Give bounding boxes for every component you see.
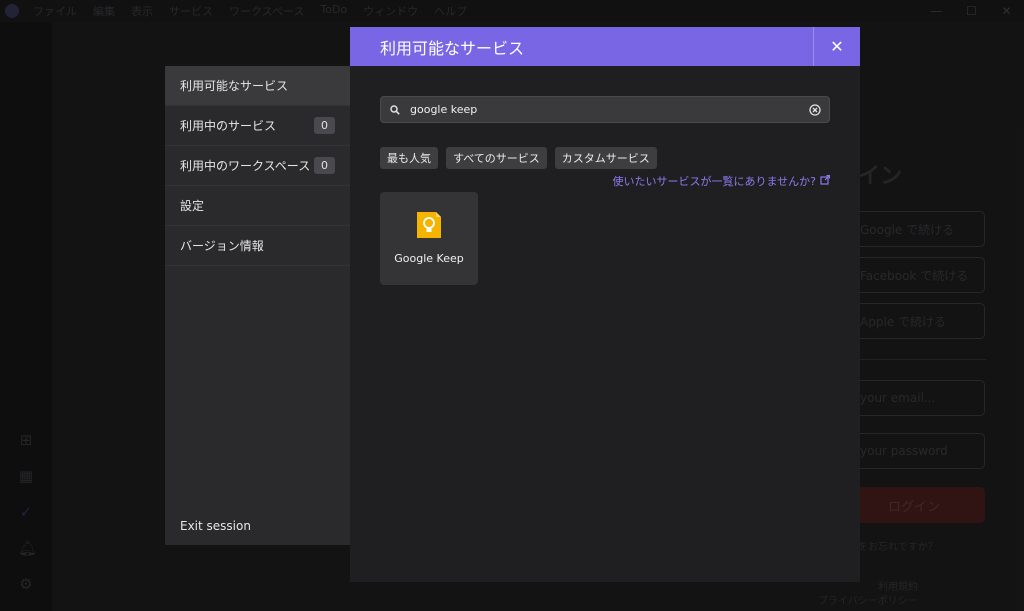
search-icon [390, 104, 404, 115]
sidebar-item-label: バージョン情報 [180, 239, 264, 253]
service-card-google-keep[interactable]: Google Keep [380, 192, 478, 285]
service-filters: 最も人気 すべてのサービス カスタムサービス [380, 147, 657, 169]
modal-title: 利用可能なサービス [380, 38, 525, 58]
sidebar-item-label: 利用中のワークスペース [180, 159, 311, 173]
count-badge: 0 [314, 157, 335, 174]
missing-service-link[interactable]: 使いたいサービスが一覧にありませんか? [612, 173, 831, 189]
count-badge: 0 [314, 117, 335, 134]
clear-search-icon[interactable] [809, 103, 821, 116]
modal-header: 利用可能なサービス ✕ [350, 27, 860, 66]
search-input-value[interactable]: google keep [410, 103, 809, 116]
services-modal: 利用可能なサービス ✕ google keep 最も人気 すべてのサービス カス… [350, 27, 860, 582]
sidebar-item-settings[interactable]: 設定 [165, 186, 350, 226]
filter-all-services[interactable]: すべてのサービス [446, 147, 547, 169]
service-search-input[interactable]: google keep [380, 96, 830, 123]
filter-custom-services[interactable]: カスタムサービス [554, 147, 657, 169]
sidebar-item-label: 利用中のサービス [180, 119, 277, 133]
service-card-label: Google Keep [394, 252, 464, 265]
sidebar-item-active-workspaces[interactable]: 利用中のワークスペース 0 [165, 146, 350, 186]
settings-sidebar: 利用可能なサービス 利用中のサービス 0 利用中のワークスペース 0 設定 バー… [165, 66, 350, 545]
sidebar-item-label: 利用可能なサービス [180, 79, 289, 93]
sidebar-item-label: 設定 [180, 199, 205, 213]
external-link-icon [820, 174, 831, 188]
google-keep-icon [417, 212, 441, 238]
missing-service-link-label: 使いたいサービスが一覧にありませんか? [612, 175, 816, 188]
sidebar-item-active-services[interactable]: 利用中のサービス 0 [165, 106, 350, 146]
close-modal-button[interactable]: ✕ [813, 27, 860, 66]
sidebar-item-version-info[interactable]: バージョン情報 [165, 226, 350, 266]
sidebar-item-available-services[interactable]: 利用可能なサービス [165, 66, 350, 106]
exit-session-button[interactable]: Exit session [180, 519, 251, 533]
filter-most-popular[interactable]: 最も人気 [380, 147, 438, 169]
